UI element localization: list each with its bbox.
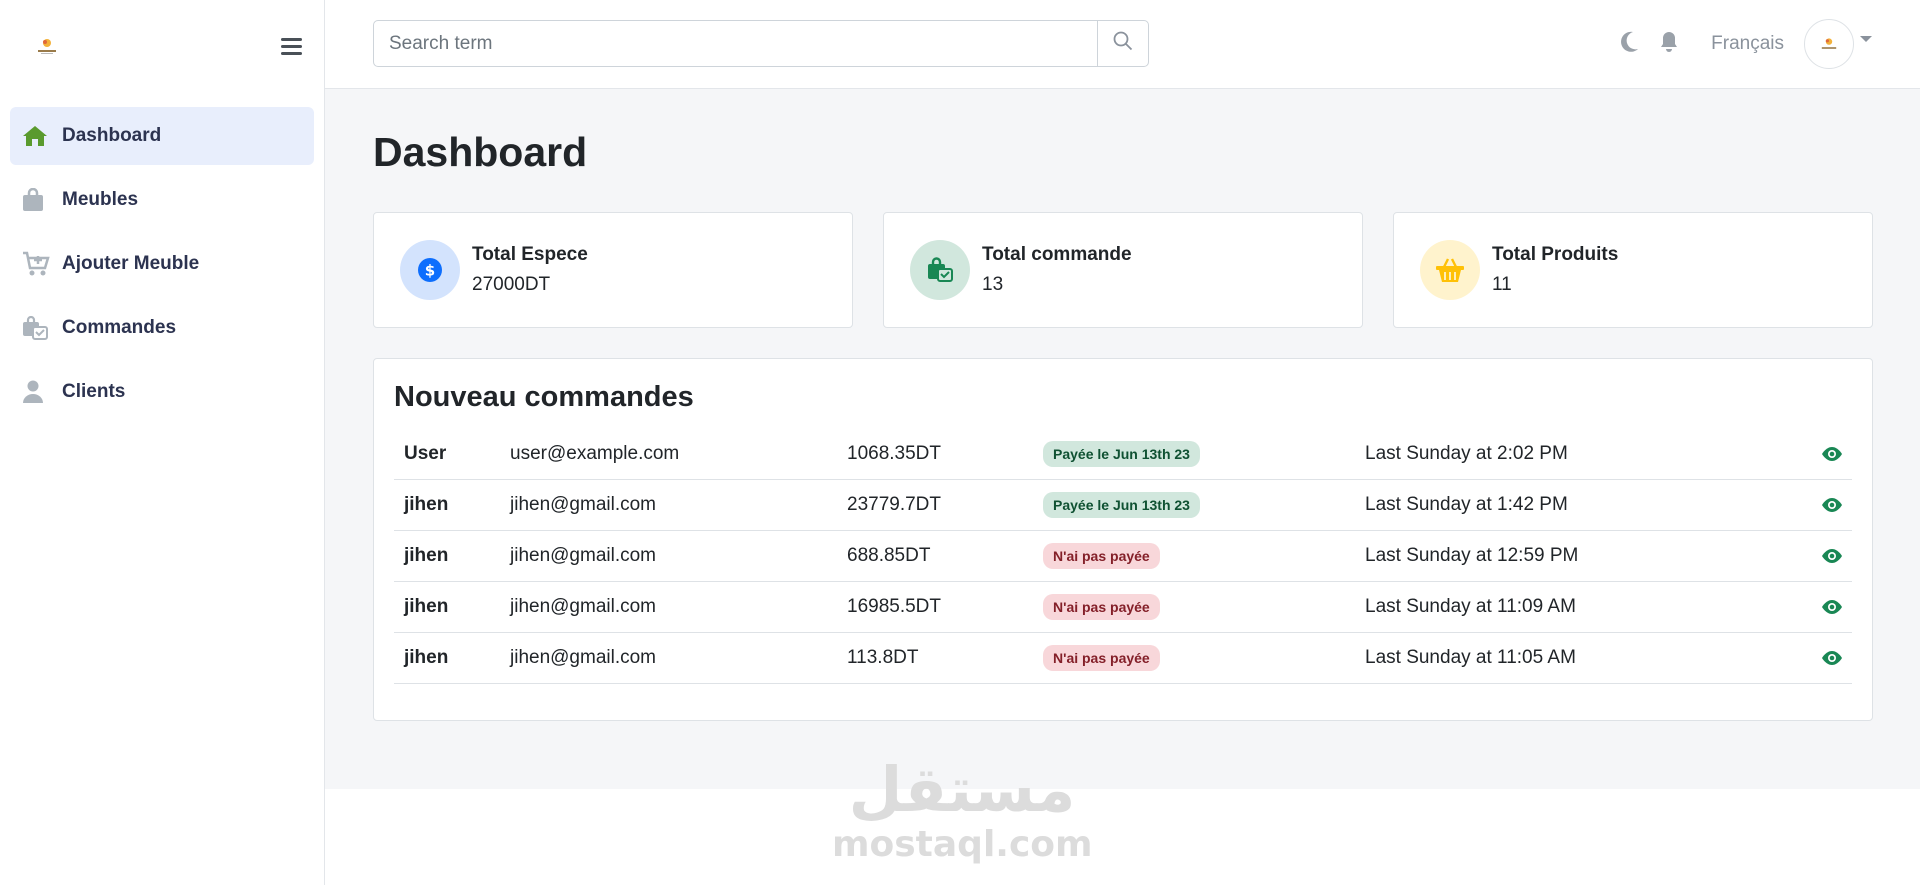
view-order-button[interactable] <box>1800 446 1852 462</box>
order-user: jihen <box>404 647 449 668</box>
status-badge: N'ai pas payée <box>1043 543 1160 569</box>
eye-icon <box>1822 447 1842 461</box>
sidebar-item-meubles[interactable]: Meubles <box>10 171 314 229</box>
app-logo[interactable] <box>36 36 58 56</box>
sidebar-item-label: Ajouter Meuble <box>62 253 200 274</box>
card-title: Total Espece <box>472 244 588 265</box>
order-amount: 16985.5DT <box>847 596 942 617</box>
eye-icon <box>1822 498 1842 512</box>
status-badge: N'ai pas payée <box>1043 594 1160 620</box>
order-email: jihen@gmail.com <box>510 494 657 515</box>
eye-icon <box>1822 600 1842 614</box>
section-title: Nouveau commandes <box>394 381 694 413</box>
status-badge: Payée le Jun 13th 23 <box>1043 441 1200 467</box>
watermark-latin: mostaql.com <box>832 824 1093 865</box>
stat-card-total-commande: Total commande 13 <box>883 212 1363 328</box>
view-order-button[interactable] <box>1800 650 1852 666</box>
view-order-button[interactable] <box>1800 599 1852 615</box>
order-user: jihen <box>404 494 449 515</box>
table-row: User user@example.com 1068.35DT Payée le… <box>394 429 1852 480</box>
stat-card-total-espece: $ Total Espece 27000DT <box>373 212 853 328</box>
dark-mode-toggle[interactable] <box>1617 31 1641 58</box>
view-order-button[interactable] <box>1800 497 1852 513</box>
order-date: Last Sunday at 11:09 AM <box>1365 596 1576 617</box>
orders-table: User user@example.com 1068.35DT Payée le… <box>394 429 1852 684</box>
topbar-actions: Français <box>1617 18 1872 70</box>
main-content: Dashboard $ Total Espece 27000DT Total c… <box>325 89 1920 789</box>
order-user: User <box>404 443 447 464</box>
sidebar-item-clients[interactable]: Clients <box>10 363 314 421</box>
svg-text:$: $ <box>425 262 435 280</box>
order-email: jihen@gmail.com <box>510 647 657 668</box>
search-icon <box>1113 31 1133 56</box>
order-amount: 113.8DT <box>847 647 919 668</box>
sidebar-item-dashboard[interactable]: Dashboard <box>10 107 314 165</box>
order-amount: 23779.7DT <box>847 494 942 515</box>
user-icon <box>22 379 50 405</box>
order-user: jihen <box>404 545 449 566</box>
basket-icon <box>1420 240 1480 300</box>
table-row: jihen jihen@gmail.com 23779.7DT Payée le… <box>394 480 1852 531</box>
sidebar-item-ajouter-meuble[interactable]: Ajouter Meuble <box>10 235 314 293</box>
sidebar: Dashboard Meubles Ajouter Meuble Command… <box>0 0 325 885</box>
search-box <box>373 20 1149 67</box>
cart-plus-icon <box>22 251 50 277</box>
order-date: Last Sunday at 11:05 AM <box>1365 647 1576 668</box>
search-button[interactable] <box>1097 21 1148 66</box>
card-title: Total Produits <box>1492 244 1619 265</box>
language-selector[interactable]: Français <box>1711 33 1784 55</box>
page-title: Dashboard <box>373 129 588 175</box>
bell-icon <box>1659 31 1679 58</box>
view-order-button[interactable] <box>1800 548 1852 564</box>
bag-check-icon <box>910 240 970 300</box>
order-amount: 688.85DT <box>847 545 931 566</box>
avatar[interactable] <box>1804 19 1854 69</box>
watermark-arabic: مستقل <box>848 753 1076 826</box>
hamburger-line <box>281 45 302 48</box>
topbar: Français <box>325 0 1920 89</box>
sidebar-toggle-button[interactable] <box>281 38 302 56</box>
card-value: 13 <box>982 274 1004 295</box>
order-date: Last Sunday at 12:59 PM <box>1365 545 1579 566</box>
stat-card-total-produits: Total Produits 11 <box>1393 212 1873 328</box>
table-row: jihen jihen@gmail.com 16985.5DT N'ai pas… <box>394 582 1852 633</box>
watermark: مستقل mostaql.com <box>832 753 1093 865</box>
order-email: jihen@gmail.com <box>510 545 657 566</box>
sidebar-item-label: Commandes <box>62 317 177 338</box>
card-value: 27000DT <box>472 274 551 295</box>
notifications-button[interactable] <box>1657 31 1681 58</box>
eye-icon <box>1822 549 1842 563</box>
table-row: jihen jihen@gmail.com 688.85DT N'ai pas … <box>394 531 1852 582</box>
order-email: user@example.com <box>510 443 680 464</box>
moon-icon <box>1619 31 1639 58</box>
status-badge: N'ai pas payée <box>1043 645 1160 671</box>
stats-cards: $ Total Espece 27000DT Total commande 13… <box>373 212 1873 328</box>
order-email: jihen@gmail.com <box>510 596 657 617</box>
sidebar-item-label: Dashboard <box>62 125 162 146</box>
order-user: jihen <box>404 596 449 617</box>
order-amount: 1068.35DT <box>847 443 942 464</box>
search-input[interactable] <box>374 21 1097 66</box>
card-value: 11 <box>1492 274 1512 295</box>
hamburger-line <box>281 38 302 41</box>
hamburger-line <box>281 52 302 55</box>
order-date: Last Sunday at 1:42 PM <box>1365 494 1568 515</box>
sidebar-item-commandes[interactable]: Commandes <box>10 299 314 357</box>
status-badge: Payée le Jun 13th 23 <box>1043 492 1200 518</box>
card-title: Total commande <box>982 244 1132 265</box>
bag-check-icon <box>22 315 50 341</box>
eye-icon <box>1822 651 1842 665</box>
recent-orders-panel: Nouveau commandes User user@example.com … <box>373 358 1873 721</box>
sidebar-nav: Dashboard Meubles Ajouter Meuble Command… <box>10 107 314 427</box>
sidebar-item-label: Meubles <box>62 189 139 210</box>
dollar-icon: $ <box>400 240 460 300</box>
order-date: Last Sunday at 2:02 PM <box>1365 443 1568 464</box>
shopping-bag-icon <box>22 187 50 213</box>
chevron-down-icon[interactable] <box>1860 36 1872 42</box>
home-icon <box>22 123 50 149</box>
sidebar-item-label: Clients <box>62 381 126 402</box>
table-row: jihen jihen@gmail.com 113.8DT N'ai pas p… <box>394 633 1852 684</box>
